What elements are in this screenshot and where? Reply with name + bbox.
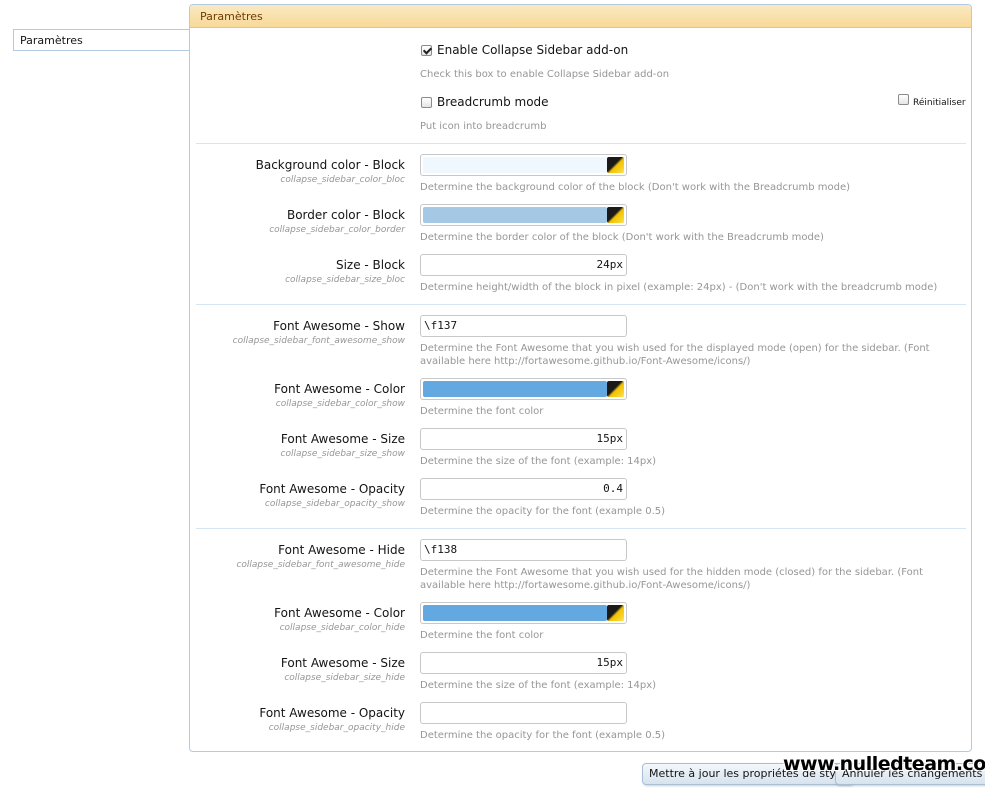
fa-opacity-show-hint: Determine the opacity for the font (exam… — [420, 506, 666, 517]
bg-color-hint: Determine the background color of the bl… — [420, 182, 851, 193]
size-block-key: collapse_sidebar_size_bloc — [285, 275, 405, 285]
watermark: www.nulledteam.com — [783, 753, 985, 775]
enable-hint: Check this box to enable Collapse Sideba… — [420, 69, 670, 80]
fa-size-hide-input[interactable]: 15px — [420, 652, 627, 674]
fa-show-key: collapse_sidebar_font_awesome_show — [232, 336, 405, 346]
border-color-hint: Determine the border color of the block … — [420, 232, 824, 243]
bg-color-input[interactable] — [420, 154, 627, 176]
fa-color-hide-label: Font Awesome - Color — [274, 606, 405, 620]
fa-opacity-hide-key: collapse_sidebar_opacity_hide — [268, 723, 405, 733]
divider — [196, 304, 966, 305]
fa-hide-label: Font Awesome - Hide — [278, 543, 405, 557]
fa-opacity-hide-label: Font Awesome - Opacity — [259, 706, 405, 720]
fa-opacity-hide-hint: Determine the opacity for the font (exam… — [420, 730, 666, 741]
bg-color-label: Background color - Block — [255, 158, 405, 172]
color-swatch — [423, 381, 607, 397]
fa-show-label: Font Awesome - Show — [273, 319, 405, 333]
fa-size-hide-hint: Determine the size of the font (example:… — [420, 680, 657, 691]
size-block-hint: Determine height/width of the block in p… — [420, 282, 938, 293]
fa-opacity-show-input[interactable]: 0.4 — [420, 478, 627, 500]
fa-color-hide-key: collapse_sidebar_color_hide — [279, 623, 405, 633]
fa-show-input[interactable]: \f137 — [420, 315, 627, 337]
bg-color-key: collapse_sidebar_color_bloc — [280, 175, 405, 185]
fa-size-show-key: collapse_sidebar_size_show — [280, 449, 406, 459]
enable-option[interactable]: Enable Collapse Sidebar add-on — [421, 43, 628, 57]
fa-size-show-hint: Determine the size of the font (example:… — [420, 456, 657, 467]
reset-label: Réinitialiser — [913, 97, 966, 108]
color-picker-icon[interactable] — [607, 605, 624, 621]
divider — [196, 528, 966, 529]
fa-color-show-input[interactable] — [420, 378, 627, 400]
panel-title: Paramètres — [190, 5, 971, 28]
fa-hide-input[interactable]: \f138 — [420, 539, 627, 561]
tab-parametres[interactable]: Paramètres — [13, 29, 190, 51]
size-block-input[interactable]: 24px — [420, 254, 627, 276]
color-swatch — [423, 605, 607, 621]
fa-color-hide-input[interactable] — [420, 602, 627, 624]
border-color-key: collapse_sidebar_color_border — [269, 225, 405, 235]
fa-size-hide-label: Font Awesome - Size — [280, 656, 405, 670]
reset-option[interactable]: Réinitialiser — [898, 94, 966, 108]
fa-color-show-hint: Determine the font color — [420, 406, 544, 417]
fa-opacity-show-label: Font Awesome - Opacity — [259, 482, 405, 496]
fa-color-show-label: Font Awesome - Color — [274, 382, 405, 396]
breadcrumb-checkbox[interactable] — [421, 96, 432, 108]
fa-hide-key: collapse_sidebar_font_awesome_hide — [236, 560, 405, 570]
divider — [196, 143, 966, 144]
size-block-label: Size - Block — [335, 258, 405, 272]
fa-size-show-input[interactable]: 15px — [420, 428, 627, 450]
breadcrumb-hint: Put icon into breadcrumb — [420, 121, 547, 132]
color-picker-icon[interactable] — [607, 207, 624, 223]
fa-size-show-label: Font Awesome - Size — [280, 432, 405, 446]
breadcrumb-option[interactable]: Breadcrumb mode — [421, 95, 549, 109]
fa-size-hide-key: collapse_sidebar_size_hide — [284, 673, 405, 683]
color-picker-icon[interactable] — [607, 381, 624, 397]
enable-checkbox[interactable] — [421, 44, 432, 56]
border-color-input[interactable] — [420, 204, 627, 226]
fa-opacity-hide-input[interactable] — [420, 702, 627, 724]
fa-opacity-show-key: collapse_sidebar_opacity_show — [264, 499, 405, 509]
fa-show-hint: Determine the Font Awesome that you wish… — [420, 343, 930, 367]
color-picker-icon[interactable] — [607, 157, 624, 173]
fa-hide-hint: Determine the Font Awesome that you wish… — [420, 567, 924, 591]
enable-label: Enable Collapse Sidebar add-on — [437, 43, 629, 57]
color-swatch — [423, 157, 607, 173]
breadcrumb-label: Breadcrumb mode — [437, 95, 549, 109]
reset-checkbox[interactable] — [898, 94, 909, 105]
color-swatch — [423, 207, 607, 223]
fa-color-hide-hint: Determine the font color — [420, 630, 544, 641]
fa-color-show-key: collapse_sidebar_color_show — [275, 399, 405, 409]
border-color-label: Border color - Block — [286, 208, 405, 222]
